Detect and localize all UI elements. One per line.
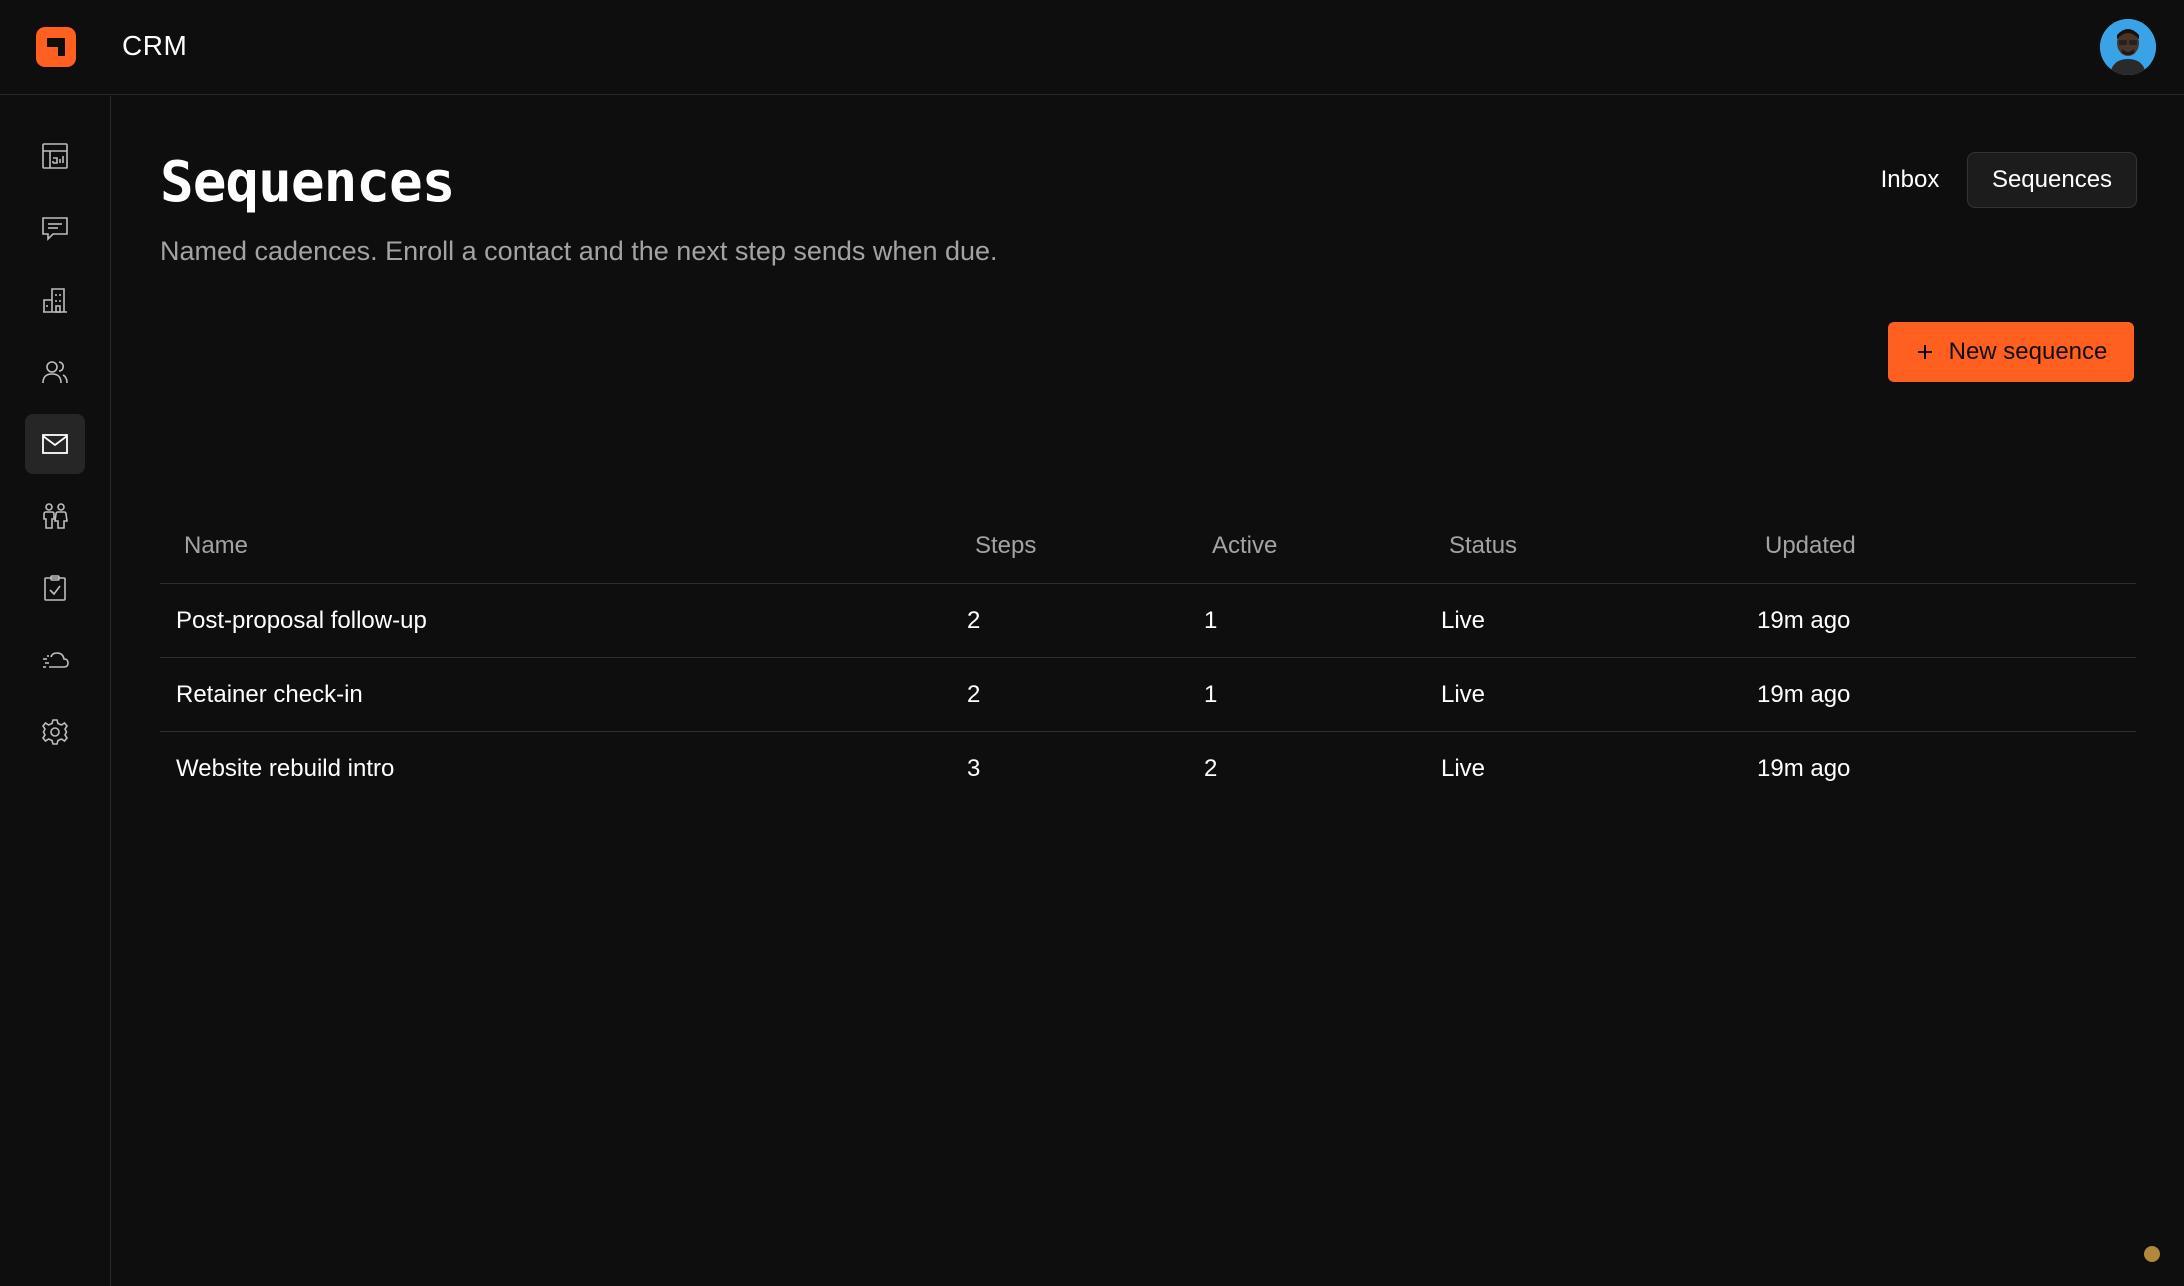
column-header-steps[interactable]: Steps (975, 532, 1036, 560)
tab-inbox[interactable]: Inbox (1860, 152, 1960, 208)
sequence-active: 1 (1204, 607, 1218, 634)
column-header-updated[interactable]: Updated (1765, 532, 1856, 560)
sequence-steps: 2 (967, 607, 981, 634)
status-indicator-dot (2144, 1246, 2160, 1262)
mail-icon[interactable] (25, 414, 85, 474)
sequence-active: 1 (1204, 681, 1218, 708)
sequence-status: Live (1441, 755, 1486, 782)
logo-icon[interactable] (36, 27, 76, 67)
sequences-table: Name Steps Active Status Updated Post-pr… (160, 504, 2136, 806)
sequence-updated: 19m ago (1757, 681, 1851, 708)
sequence-updated: 19m ago (1757, 607, 1851, 634)
gear-icon[interactable] (25, 702, 85, 762)
app-title: CRM (122, 30, 188, 61)
sequence-name[interactable]: Website rebuild intro (176, 755, 394, 783)
table-row[interactable]: Website rebuild intro 3 2 Live 19m ago (160, 732, 2136, 806)
sequence-updated: 19m ago (1757, 755, 1851, 782)
cloud-icon[interactable] (25, 630, 85, 690)
dashboard-icon[interactable] (25, 126, 85, 186)
new-sequence-label: New sequence (1948, 338, 2108, 365)
top-bar: CRM (0, 0, 2184, 95)
contacts-icon[interactable] (25, 342, 85, 402)
sequence-status: Live (1441, 607, 1486, 634)
sequence-name[interactable]: Post-proposal follow-up (176, 607, 427, 635)
column-header-active[interactable]: Active (1212, 532, 1277, 560)
sequence-steps: 3 (967, 755, 981, 782)
chat-icon[interactable] (25, 198, 85, 258)
people-icon[interactable] (25, 486, 85, 546)
sequence-active: 2 (1204, 755, 1218, 782)
tab-sequences[interactable]: Sequences (1967, 152, 2137, 208)
building-icon[interactable] (25, 270, 85, 330)
page-subtitle: Named cadences. Enroll a contact and the… (160, 236, 998, 266)
column-header-name[interactable]: Name (184, 532, 248, 560)
sequence-status: Live (1441, 681, 1486, 708)
sequence-steps: 2 (967, 681, 981, 708)
sequence-name[interactable]: Retainer check-in (176, 681, 363, 709)
main-content: Sequences Named cadences. Enroll a conta… (112, 96, 2184, 1286)
new-sequence-button[interactable]: New sequence (1888, 322, 2134, 382)
sidebar (0, 96, 111, 1286)
plus-icon (1917, 345, 1932, 359)
clipboard-check-icon[interactable] (25, 558, 85, 618)
column-header-status[interactable]: Status (1449, 532, 1517, 560)
page-title: Sequences (160, 150, 455, 215)
table-header: Name Steps Active Status Updated (160, 504, 2136, 584)
table-row[interactable]: Post-proposal follow-up 2 1 Live 19m ago (160, 584, 2136, 658)
user-avatar[interactable] (2100, 19, 2156, 75)
table-row[interactable]: Retainer check-in 2 1 Live 19m ago (160, 658, 2136, 732)
